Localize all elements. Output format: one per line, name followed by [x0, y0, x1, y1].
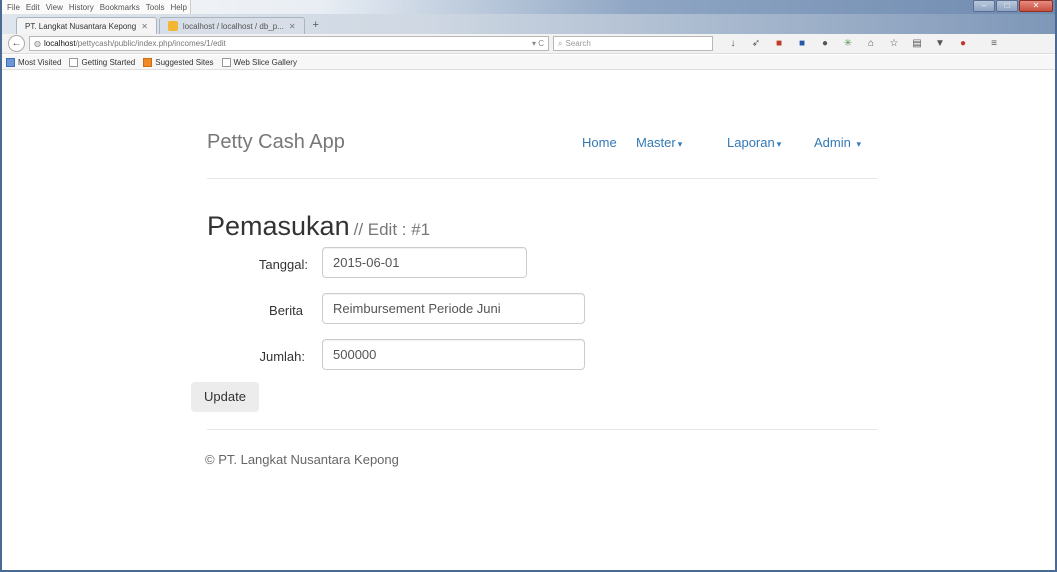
nav-admin-dropdown[interactable]: Admin ▾ — [814, 135, 861, 150]
bookmark-label: Getting Started — [81, 57, 136, 67]
menu-file[interactable]: File — [4, 3, 23, 12]
bookmark-web-slice-gallery[interactable]: Web Slice Gallery — [221, 57, 297, 67]
nav-master-label: Master — [636, 135, 676, 150]
maximize-button[interactable]: □ — [996, 0, 1018, 12]
url-bar[interactable]: ◍ localhost /pettycash/public/index.php/… — [29, 36, 549, 51]
addon-blue-icon[interactable]: ■ — [796, 38, 808, 49]
search-icon: ⌕ — [558, 38, 563, 48]
home-icon[interactable]: ⌂ — [865, 38, 877, 49]
bookmark-most-visited[interactable]: Most Visited — [6, 57, 62, 67]
clipboard-icon[interactable]: ▤ — [911, 38, 923, 49]
globe-icon: ◍ — [34, 39, 41, 48]
nav-master-dropdown[interactable]: Master ▾ — [636, 135, 682, 150]
page-content: Petty Cash App Home Master ▾ Laporan ▾ Adm… — [2, 71, 1055, 570]
berita-label: Berita — [269, 303, 303, 318]
addon-icon[interactable]: ■ — [773, 38, 785, 49]
search-bar[interactable]: ⌕ Search — [553, 36, 713, 51]
tab-phpmyadmin[interactable]: localhost / localhost / db_p... ✕ — [158, 17, 305, 34]
menu-edit[interactable]: Edit — [23, 3, 43, 12]
app-brand[interactable]: Petty Cash App — [207, 131, 345, 154]
jumlah-label: Jumlah: — [259, 349, 305, 364]
menu-view[interactable]: View — [43, 3, 66, 12]
addon-red-icon[interactable]: ● — [957, 38, 969, 49]
suggested-sites-icon — [143, 57, 153, 67]
nav-home[interactable]: Home — [582, 135, 617, 150]
caret-down-icon: ▾ — [856, 139, 862, 149]
tanggal-label: Tanggal: — [258, 257, 308, 272]
ghost-icon[interactable]: ● — [819, 38, 831, 49]
browser-window: File Edit View History Bookmarks Tools H… — [0, 0, 1057, 572]
bookmark-label: Most Visited — [18, 57, 62, 67]
bookmark-star-icon[interactable]: ☆ — [888, 38, 900, 49]
search-placeholder: Search — [565, 39, 591, 48]
page-title: Pemasukan// Edit : #1 — [207, 211, 430, 242]
menu-tools[interactable]: Tools — [143, 3, 168, 12]
download-icon[interactable]: ↓ — [727, 38, 739, 49]
bookmark-suggested-sites[interactable]: Suggested Sites — [143, 57, 214, 67]
tanggal-input[interactable] — [322, 247, 527, 278]
folder-icon — [6, 57, 15, 67]
url-host: localhost — [43, 39, 76, 48]
close-icon[interactable]: ✕ — [141, 22, 148, 31]
update-button[interactable]: Update — [191, 382, 259, 412]
jumlah-input[interactable] — [322, 339, 585, 370]
toolbar-icons: ↓ ➶ ■ ■ ● ✳ ⌂ ☆ ▤ ▼ ● ≡ — [727, 38, 1000, 49]
tab-strip: PT. Langkat Nusantara Kepong ✕ localhost… — [2, 14, 1055, 34]
tab-title: localhost / localhost / db_p... — [182, 21, 284, 31]
window-controls: – □ ✕ — [973, 0, 1053, 13]
caret-down-icon: ▾ — [677, 139, 683, 149]
page-subtitle: // Edit : #1 — [353, 220, 431, 239]
close-window-button[interactable]: ✕ — [1019, 0, 1053, 12]
bookmark-getting-started[interactable]: Getting Started — [69, 57, 136, 67]
hamburger-menu-icon[interactable]: ≡ — [988, 38, 1000, 49]
url-path: /pettycash/public/index.php/incomes/1/ed… — [75, 39, 226, 48]
bookmark-label: Suggested Sites — [155, 57, 214, 67]
nav-laporan-dropdown[interactable]: Laporan ▾ — [727, 135, 781, 150]
menu-bookmarks[interactable]: Bookmarks — [97, 3, 143, 12]
tab-title: PT. Langkat Nusantara Kepong — [25, 21, 137, 31]
close-icon[interactable]: ✕ — [289, 22, 296, 31]
footer-copyright: © PT. Langkat Nusantara Kepong — [205, 452, 399, 467]
menu-help[interactable]: Help — [167, 3, 189, 12]
reload-icon[interactable]: ▾ C — [532, 39, 548, 48]
send-icon[interactable]: ➶ — [750, 38, 762, 49]
menu-list: File Edit View History Bookmarks Tools H… — [2, 0, 191, 14]
bookmarks-bar: Most Visited Getting Started Suggested S… — [2, 55, 1055, 70]
phpmyadmin-icon — [167, 21, 178, 31]
menu-bar: File Edit View History Bookmarks Tools H… — [2, 0, 1055, 14]
nav-laporan-label: Laporan — [727, 135, 775, 150]
navigation-toolbar: ← ◍ localhost /pettycash/public/index.ph… — [2, 34, 1055, 54]
tab-petty-cash[interactable]: PT. Langkat Nusantara Kepong ✕ — [16, 17, 157, 34]
berita-input[interactable] — [322, 293, 585, 324]
page-title-text: Pemasukan — [207, 211, 350, 241]
page-icon — [221, 57, 231, 67]
page-icon — [69, 57, 79, 67]
new-tab-button[interactable]: + — [307, 17, 325, 34]
bookmark-label: Web Slice Gallery — [233, 57, 297, 67]
addon-green-icon[interactable]: ✳ — [842, 38, 854, 49]
minimize-button[interactable]: – — [973, 0, 995, 12]
nav-admin-label: Admin — [814, 135, 851, 150]
pocket-icon[interactable]: ▼ — [934, 38, 946, 49]
menu-history[interactable]: History — [66, 3, 97, 12]
caret-down-icon: ▾ — [776, 139, 782, 149]
nav-home-label: Home — [582, 135, 617, 150]
back-button[interactable]: ← — [8, 35, 25, 52]
footer-divider — [207, 429, 877, 430]
header-divider — [207, 178, 877, 179]
